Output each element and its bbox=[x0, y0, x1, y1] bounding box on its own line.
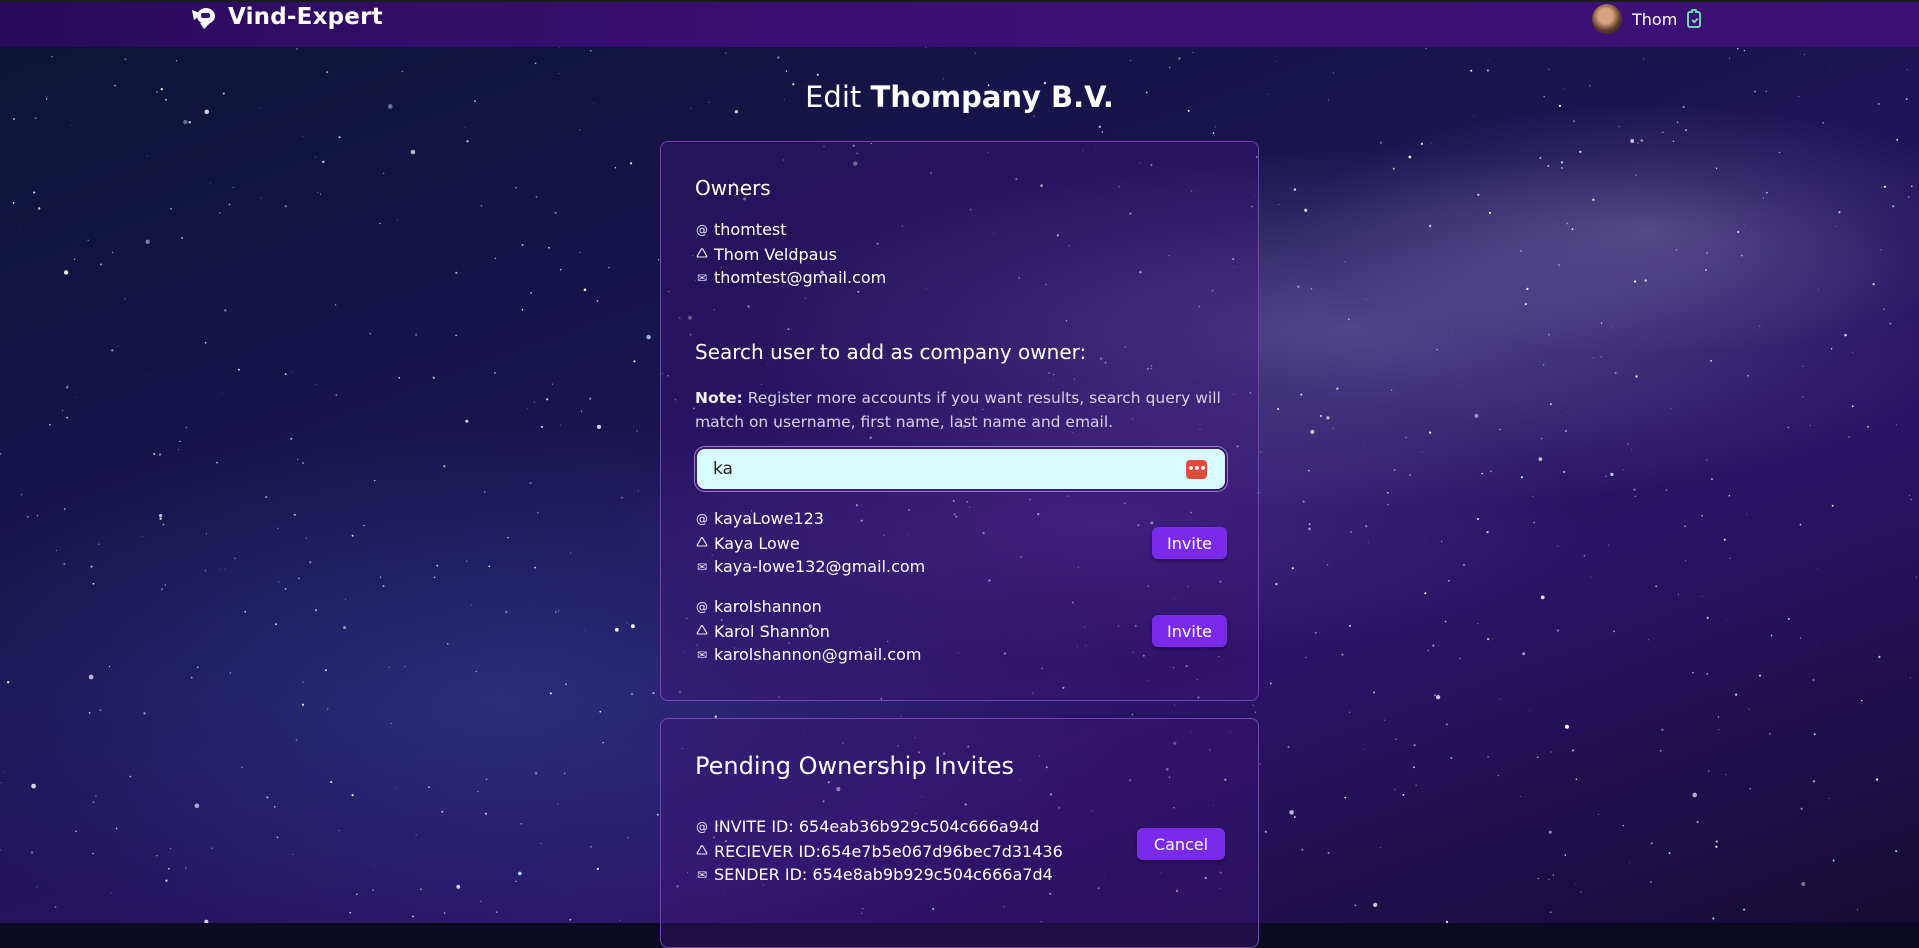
invite-id: INVITE ID: 654eab36b929c504c666a94d bbox=[714, 817, 1040, 836]
sender-id: SENDER ID: 654e8ab9b929c504c666a7d4 bbox=[714, 865, 1053, 884]
owner-full-name: Thom Veldpaus bbox=[714, 245, 837, 264]
result-email-row: ✉ kaya-lowe132@gmail.com bbox=[695, 557, 925, 576]
app-name: Vind-Expert bbox=[228, 4, 383, 30]
search-input-value[interactable]: ka bbox=[713, 459, 733, 479]
result-username: kayaLowe123 bbox=[714, 509, 824, 528]
owner-username: thomtest bbox=[714, 220, 787, 239]
title-prefix: Edit bbox=[805, 80, 862, 114]
at-icon: @ bbox=[696, 819, 708, 834]
person-icon: 🛆 bbox=[695, 246, 708, 260]
sender-id-row: ✉ SENDER ID: 654e8ab9b929c504c666a7d4 bbox=[695, 865, 1053, 884]
astronaut-logo-icon bbox=[192, 8, 215, 29]
result-full-name: Karol Shannon bbox=[714, 622, 830, 641]
pending-invites-card: Pending Ownership Invites @ INVITE ID: 6… bbox=[660, 718, 1259, 948]
search-note: Note: Register more accounts if you want… bbox=[695, 386, 1235, 434]
top-navbar: Vind-Expert Thom bbox=[0, 0, 1919, 47]
receiver-id-row: 🛆 RECIEVER ID:654e7b5e067d96bec7d31436 bbox=[695, 841, 1063, 862]
owners-card: Owners @ thomtest 🛆 Thom Veldpaus ✉ thom… bbox=[660, 141, 1259, 701]
result-email: kaya-lowe132@gmail.com bbox=[714, 557, 926, 576]
invite-button[interactable]: Invite bbox=[1152, 615, 1227, 647]
person-icon: 🛆 bbox=[695, 535, 708, 549]
envelope-icon: ✉ bbox=[696, 559, 708, 574]
envelope-icon: ✉ bbox=[696, 867, 708, 882]
user-name[interactable]: Thom bbox=[1632, 10, 1677, 29]
owner-username-row: @ thomtest bbox=[695, 220, 787, 239]
user-search-input[interactable]: ka ••• bbox=[695, 447, 1227, 491]
person-icon: 🛆 bbox=[695, 623, 708, 637]
owners-heading: Owners bbox=[695, 176, 771, 200]
result-name-row: 🛆 Karol Shannon bbox=[695, 621, 830, 642]
cancel-invite-button[interactable]: Cancel bbox=[1137, 828, 1225, 860]
at-icon: @ bbox=[696, 599, 708, 614]
user-menu[interactable]: Thom bbox=[1592, 4, 1702, 34]
avatar[interactable] bbox=[1592, 4, 1622, 34]
result-name-row: 🛆 Kaya Lowe bbox=[695, 533, 800, 554]
invite-id-row: @ INVITE ID: 654eab36b929c504c666a94d bbox=[695, 817, 1039, 836]
result-username-row: @ karolshannon bbox=[695, 597, 822, 616]
page-title: Edit Thompany B.V. bbox=[0, 80, 1919, 114]
at-icon: @ bbox=[696, 511, 708, 526]
person-icon: 🛆 bbox=[695, 843, 708, 857]
note-text: Register more accounts if you want resul… bbox=[695, 389, 1221, 431]
envelope-icon: ✉ bbox=[696, 647, 708, 662]
envelope-icon: ✉ bbox=[696, 270, 708, 285]
result-email-row: ✉ karolshannon@gmail.com bbox=[695, 645, 921, 664]
pending-heading: Pending Ownership Invites bbox=[695, 752, 1015, 780]
note-label: Note: bbox=[695, 389, 743, 407]
receiver-id: RECIEVER ID:654e7b5e067d96bec7d31436 bbox=[714, 842, 1063, 861]
clipboard-check-icon[interactable] bbox=[1687, 8, 1702, 28]
brand[interactable]: Vind-Expert bbox=[190, 4, 383, 30]
password-manager-icon[interactable]: ••• bbox=[1186, 460, 1207, 479]
at-icon: @ bbox=[696, 222, 708, 237]
owner-email: thomtest@gmail.com bbox=[714, 268, 887, 287]
result-username-row: @ kayaLowe123 bbox=[695, 509, 824, 528]
result-username: karolshannon bbox=[714, 597, 822, 616]
invite-button[interactable]: Invite bbox=[1152, 527, 1227, 559]
result-email: karolshannon@gmail.com bbox=[714, 645, 922, 664]
owner-name-row: 🛆 Thom Veldpaus bbox=[695, 244, 837, 265]
search-heading: Search user to add as company owner: bbox=[695, 340, 1087, 364]
result-full-name: Kaya Lowe bbox=[714, 534, 800, 553]
owner-email-row: ✉ thomtest@gmail.com bbox=[695, 268, 886, 287]
company-name: Thompany B.V. bbox=[870, 80, 1114, 114]
